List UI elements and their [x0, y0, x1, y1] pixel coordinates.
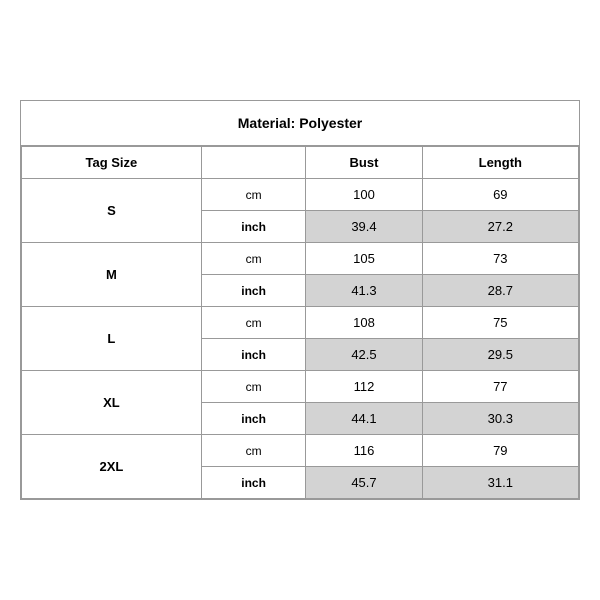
table-row: XLcm11277 [22, 371, 579, 403]
bust-inch-value: 42.5 [306, 339, 422, 371]
length-cm-value: 69 [422, 179, 578, 211]
unit-inch: inch [201, 211, 306, 243]
unit-cm: cm [201, 307, 306, 339]
bust-header: Bust [306, 147, 422, 179]
chart-title: Material: Polyester [21, 101, 579, 146]
length-inch-value: 30.3 [422, 403, 578, 435]
length-cm-value: 79 [422, 435, 578, 467]
tag-size-header: Tag Size [22, 147, 202, 179]
unit-cm: cm [201, 371, 306, 403]
unit-inch: inch [201, 467, 306, 499]
bust-cm-value: 108 [306, 307, 422, 339]
length-inch-value: 28.7 [422, 275, 578, 307]
table-row: 2XLcm11679 [22, 435, 579, 467]
length-header: Length [422, 147, 578, 179]
unit-cm: cm [201, 435, 306, 467]
unit-inch: inch [201, 275, 306, 307]
length-inch-value: 27.2 [422, 211, 578, 243]
unit-inch: inch [201, 339, 306, 371]
length-cm-value: 75 [422, 307, 578, 339]
length-inch-value: 31.1 [422, 467, 578, 499]
length-cm-value: 77 [422, 371, 578, 403]
size-label: XL [22, 371, 202, 435]
unit-inch: inch [201, 403, 306, 435]
bust-inch-value: 41.3 [306, 275, 422, 307]
unit-cm: cm [201, 243, 306, 275]
unit-header [201, 147, 306, 179]
bust-inch-value: 39.4 [306, 211, 422, 243]
size-label: L [22, 307, 202, 371]
bust-cm-value: 112 [306, 371, 422, 403]
size-label: S [22, 179, 202, 243]
table-row: Mcm10573 [22, 243, 579, 275]
bust-cm-value: 105 [306, 243, 422, 275]
length-cm-value: 73 [422, 243, 578, 275]
table-row: Lcm10875 [22, 307, 579, 339]
table-header-row: Tag Size Bust Length [22, 147, 579, 179]
bust-inch-value: 44.1 [306, 403, 422, 435]
size-chart-container: Material: Polyester Tag Size Bust Length… [20, 100, 580, 500]
size-label: M [22, 243, 202, 307]
unit-cm: cm [201, 179, 306, 211]
size-label: 2XL [22, 435, 202, 499]
bust-inch-value: 45.7 [306, 467, 422, 499]
bust-cm-value: 100 [306, 179, 422, 211]
size-table: Tag Size Bust Length Scm10069inch39.427.… [21, 146, 579, 499]
length-inch-value: 29.5 [422, 339, 578, 371]
bust-cm-value: 116 [306, 435, 422, 467]
table-row: Scm10069 [22, 179, 579, 211]
